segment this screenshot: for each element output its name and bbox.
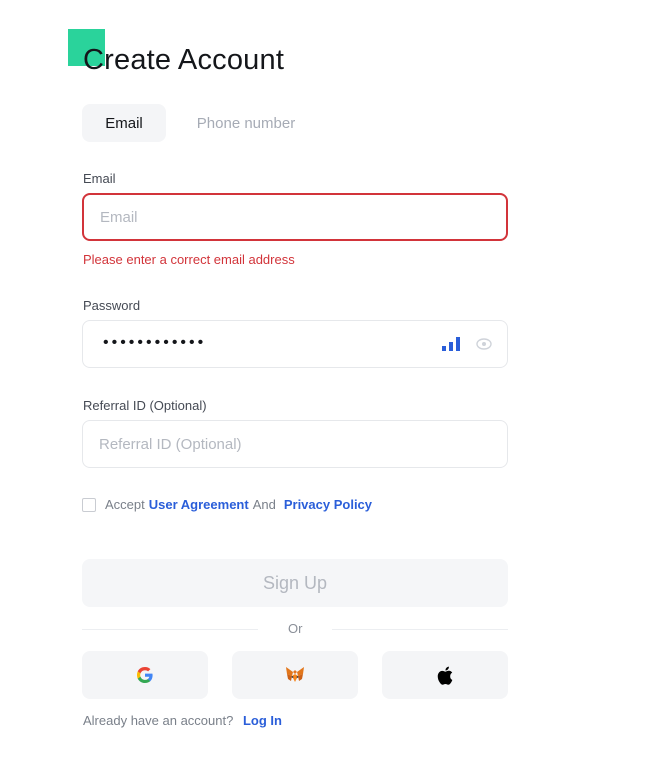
agreement-prefix: Accept: [105, 497, 145, 512]
apple-icon: [437, 666, 453, 685]
google-login-button[interactable]: [82, 651, 208, 699]
password-masked-value: ••••••••••••: [103, 334, 207, 351]
apple-login-button[interactable]: [382, 651, 508, 699]
password-strength-icon: [442, 337, 460, 351]
google-icon: [137, 667, 153, 683]
referral-label: Referral ID (Optional): [83, 398, 207, 413]
password-field[interactable]: ••••••••••••: [82, 320, 508, 368]
agreement-and: And: [252, 497, 276, 512]
tab-email[interactable]: Email: [82, 104, 166, 142]
metamask-login-button[interactable]: [232, 651, 358, 699]
divider-right: [332, 629, 508, 630]
show-password-eye-icon[interactable]: [476, 338, 492, 350]
login-prompt-row: Already have an account? Log In: [83, 713, 282, 728]
login-prompt-text: Already have an account?: [83, 713, 234, 728]
divider-left: [82, 629, 258, 630]
agreement-checkbox[interactable]: [82, 497, 96, 512]
email-input[interactable]: [84, 195, 506, 239]
signup-method-tabs: Email Phone number: [82, 104, 312, 142]
privacy-policy-link[interactable]: Privacy Policy: [284, 497, 372, 512]
page-title: Create Account: [83, 44, 285, 76]
sign-up-button[interactable]: Sign Up: [82, 559, 508, 607]
referral-field-container: [82, 420, 508, 468]
password-label: Password: [83, 298, 141, 313]
user-agreement-link[interactable]: User Agreement: [149, 497, 249, 512]
or-divider-text: Or: [288, 621, 303, 636]
referral-input[interactable]: [83, 421, 507, 467]
log-in-link[interactable]: Log In: [243, 713, 282, 728]
email-label: Email: [83, 171, 116, 186]
agreement-row: Accept User Agreement And Privacy Policy: [82, 497, 372, 512]
tab-phone-number[interactable]: Phone number: [180, 104, 312, 142]
email-field-container: [82, 193, 508, 241]
metamask-fox-icon: [286, 667, 304, 682]
email-error-message: Please enter a correct email address: [83, 252, 295, 267]
